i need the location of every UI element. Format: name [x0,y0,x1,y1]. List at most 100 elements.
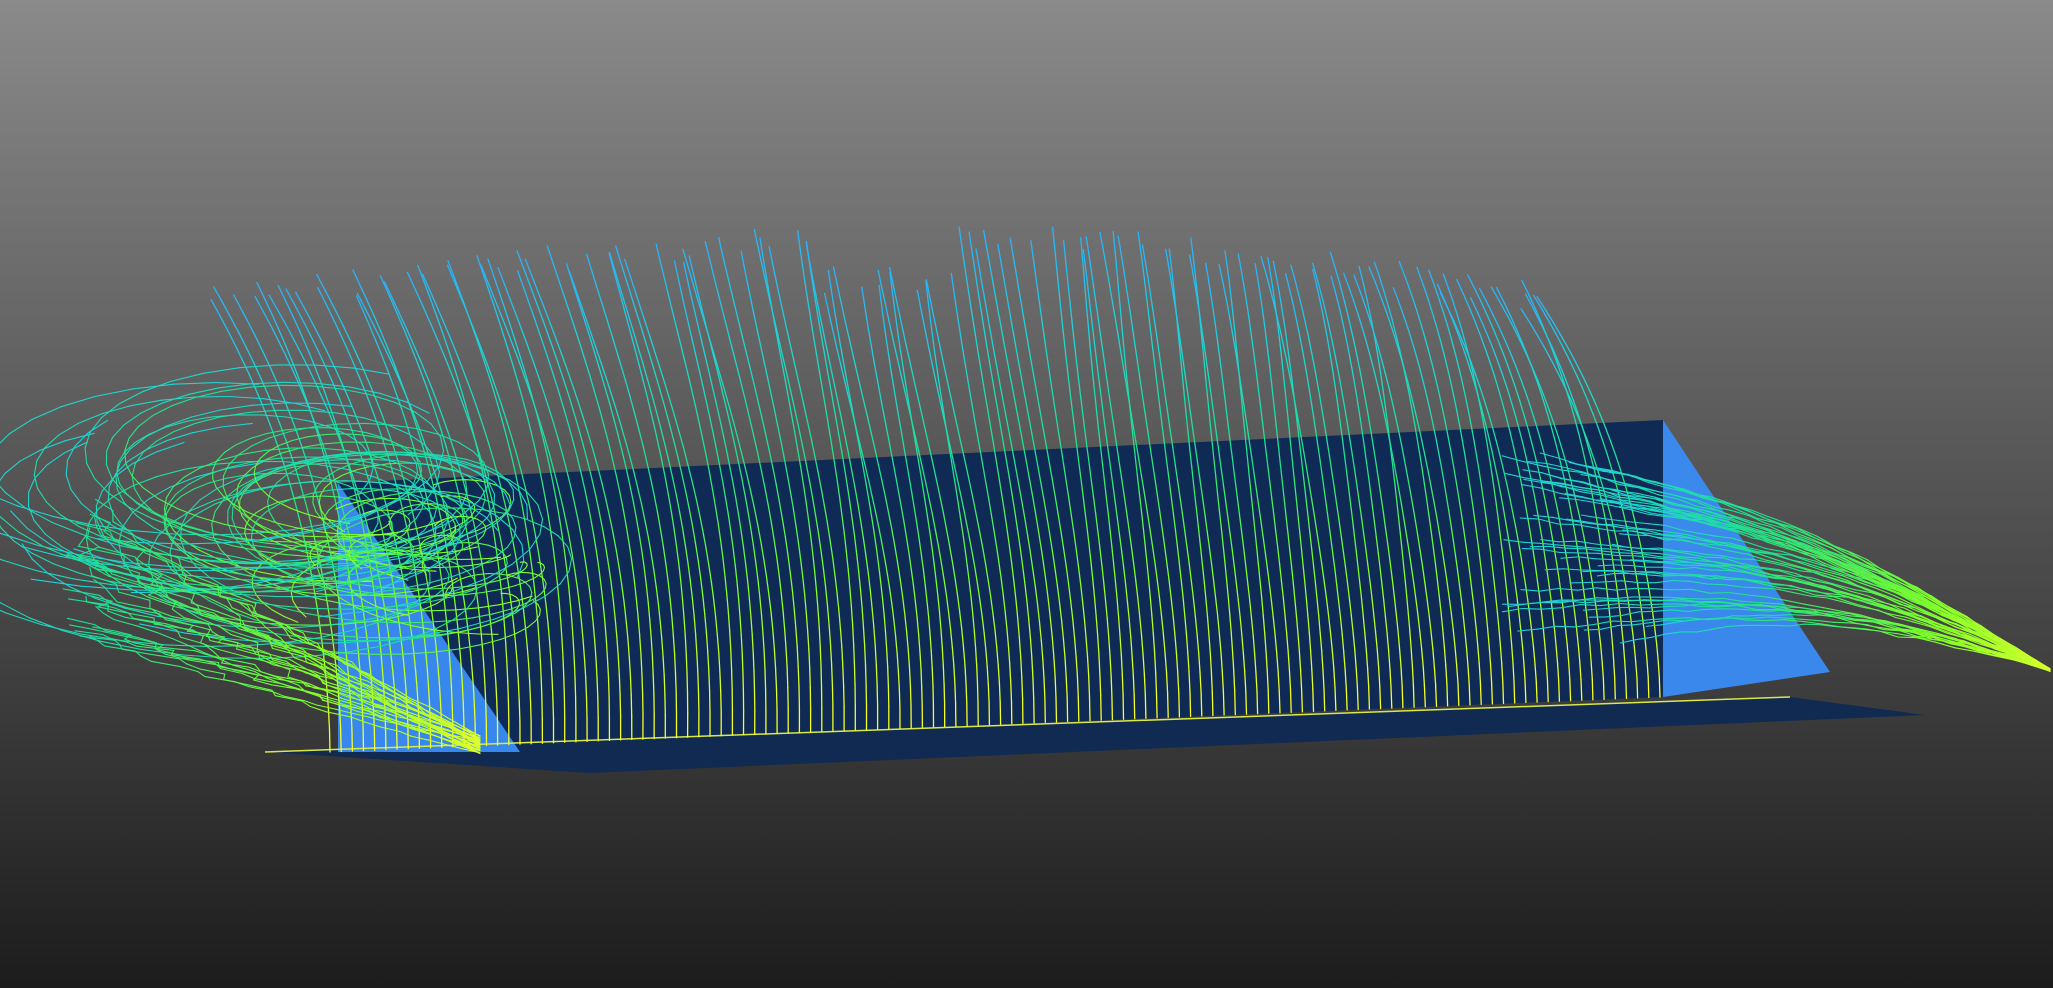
streamline [1379,685,1382,710]
streamline [673,653,677,674]
streamline [1010,681,1013,703]
vortex-streamline [386,549,407,552]
streamline [720,690,722,713]
streamline [819,645,822,667]
streamline [1155,671,1158,695]
vortex-streamline [465,479,478,481]
streamline [618,673,621,696]
streamline [573,657,576,678]
vortex-streamline [381,451,406,453]
3d-viewport[interactable] [0,0,2053,988]
streamline [864,663,867,686]
vortex-streamline [454,479,467,481]
streamline [507,679,510,701]
streamline [585,676,588,698]
vortex-streamline [238,499,241,509]
streamline [1256,690,1259,715]
vortex-streamline [526,504,528,520]
streamline [920,667,923,688]
vortex-streamline [384,509,394,512]
streamline [1502,681,1505,705]
vortex-streamline [95,505,98,522]
streamline [1457,682,1460,706]
streamline [1614,677,1616,700]
streamline [484,681,487,703]
streamline [1569,678,1572,702]
streamline [797,665,800,688]
streamline [852,642,856,665]
streamline [1580,679,1583,701]
streamline [752,651,755,672]
streamline [808,648,811,669]
streamline [1368,686,1371,710]
streamline [517,680,520,701]
streamline [1133,694,1136,720]
streamline [830,663,834,686]
streamline [1110,674,1113,697]
streamline [1200,691,1203,717]
streamline [1278,689,1281,714]
streamline [1111,695,1114,721]
streamline [1021,676,1024,700]
streamline [1323,687,1326,712]
streamline [730,668,733,691]
streamline [1356,686,1359,711]
streamline [1155,692,1158,719]
streamline [898,687,901,708]
streamline [574,676,577,698]
streamline [965,682,968,704]
streamline [887,666,890,687]
vortex-streamline [493,493,496,507]
vortex-streamline [256,590,288,593]
streamline [909,684,912,706]
streamline [1088,675,1091,698]
streamline [1513,680,1516,704]
streamline [685,652,688,674]
streamline [1100,694,1102,721]
vortex-streamline [338,422,366,425]
streamline [641,672,644,694]
streamline [629,674,632,696]
vortex-streamline [512,488,515,501]
streamline [1121,673,1124,696]
streamline [1234,690,1236,716]
vortex-streamline [280,384,313,387]
streamline [1524,681,1527,704]
streamline [730,649,733,671]
streamline [1088,696,1091,722]
streamline [450,685,453,706]
vortex-streamline [401,609,431,612]
streamline [1312,688,1315,712]
streamline [719,671,722,693]
streamline [585,696,588,719]
streamline [742,670,745,692]
streamline [596,676,599,698]
vortex-streamline [222,475,225,488]
streamline [1077,696,1080,722]
streamline [763,650,766,671]
streamline [540,677,543,699]
streamline [853,662,856,685]
flow-visualization-canvas[interactable] [0,0,2053,988]
streamline [1546,679,1549,703]
vortex-streamline [312,493,314,504]
streamline [775,687,778,711]
vortex-streamline [444,558,462,560]
streamline [931,667,934,687]
streamline [1636,677,1639,699]
streamline [552,697,555,720]
streamline [1178,692,1181,718]
streamline [607,676,610,698]
streamline [863,644,867,666]
streamline [1076,675,1079,698]
streamline [1300,688,1304,713]
streamline [842,665,845,687]
streamline [563,676,566,698]
vortex-streamline [273,540,296,543]
streamline [1535,681,1538,703]
streamline [753,670,756,692]
streamline [651,655,654,676]
streamline [461,681,464,703]
streamline [1558,680,1561,702]
streamline [809,667,811,689]
